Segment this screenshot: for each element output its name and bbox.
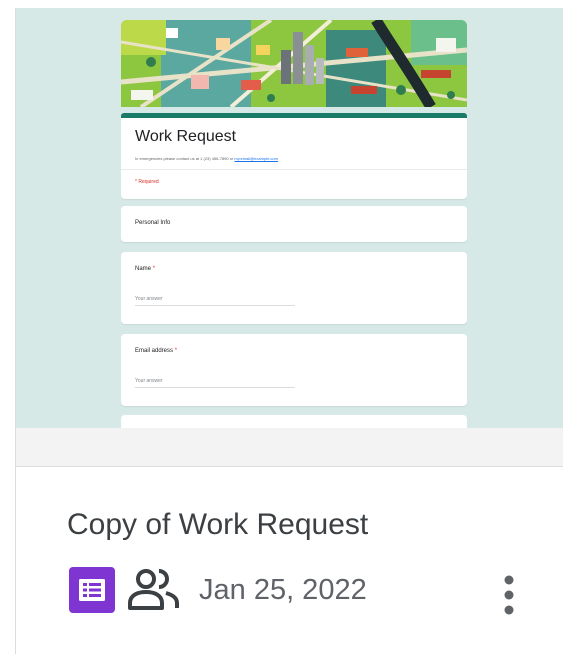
- form-header-banner: [121, 20, 467, 107]
- question-card: Name * Your answer: [121, 252, 467, 324]
- thumbnail-bottom-strip: [16, 428, 563, 466]
- question-label-text: Name: [135, 266, 152, 272]
- section-card: Personal Info: [121, 206, 467, 242]
- file-thumbnail[interactable]: Work Request In emergencies please conta…: [16, 8, 563, 467]
- form-title: Work Request: [135, 128, 237, 145]
- more-vert-icon[interactable]: [494, 571, 524, 621]
- answer-underline: [135, 305, 295, 306]
- question-card: [121, 415, 467, 428]
- shared-people-glyph: [128, 569, 179, 610]
- form-title-card: Work Request In emergencies please conta…: [121, 118, 467, 199]
- question-card: Email address * Your answer: [121, 334, 467, 406]
- answer-underline: [135, 387, 295, 388]
- form-description-text: In emergencies please contact us at 1 (2…: [135, 156, 235, 161]
- required-star: *: [174, 348, 178, 354]
- file-card[interactable]: Work Request In emergencies please conta…: [15, 8, 563, 654]
- required-star: *: [152, 266, 156, 272]
- answer-placeholder: Your answer: [135, 296, 163, 302]
- answer-placeholder: Your answer: [135, 378, 163, 384]
- file-title[interactable]: Copy of Work Request: [67, 508, 368, 542]
- people-icon: [128, 568, 180, 612]
- form-description-link: my.email@example.com: [234, 156, 278, 161]
- city-map-illustration: [121, 20, 467, 107]
- question-label-text: Email address: [135, 348, 174, 354]
- form-description: In emergencies please contact us at 1 (2…: [135, 156, 278, 161]
- more-options-glyph: [504, 575, 514, 615]
- question-label: Email address *: [135, 348, 177, 354]
- file-date: Jan 25, 2022: [199, 574, 367, 606]
- section-title: Personal Info: [135, 220, 171, 226]
- form-preview: Work Request In emergencies please conta…: [121, 20, 467, 428]
- question-label: Name *: [135, 266, 155, 272]
- forms-list-glyph: [79, 579, 105, 601]
- google-forms-icon: [69, 567, 115, 613]
- required-note: * Required: [135, 179, 159, 185]
- form-title-divider: [121, 169, 467, 170]
